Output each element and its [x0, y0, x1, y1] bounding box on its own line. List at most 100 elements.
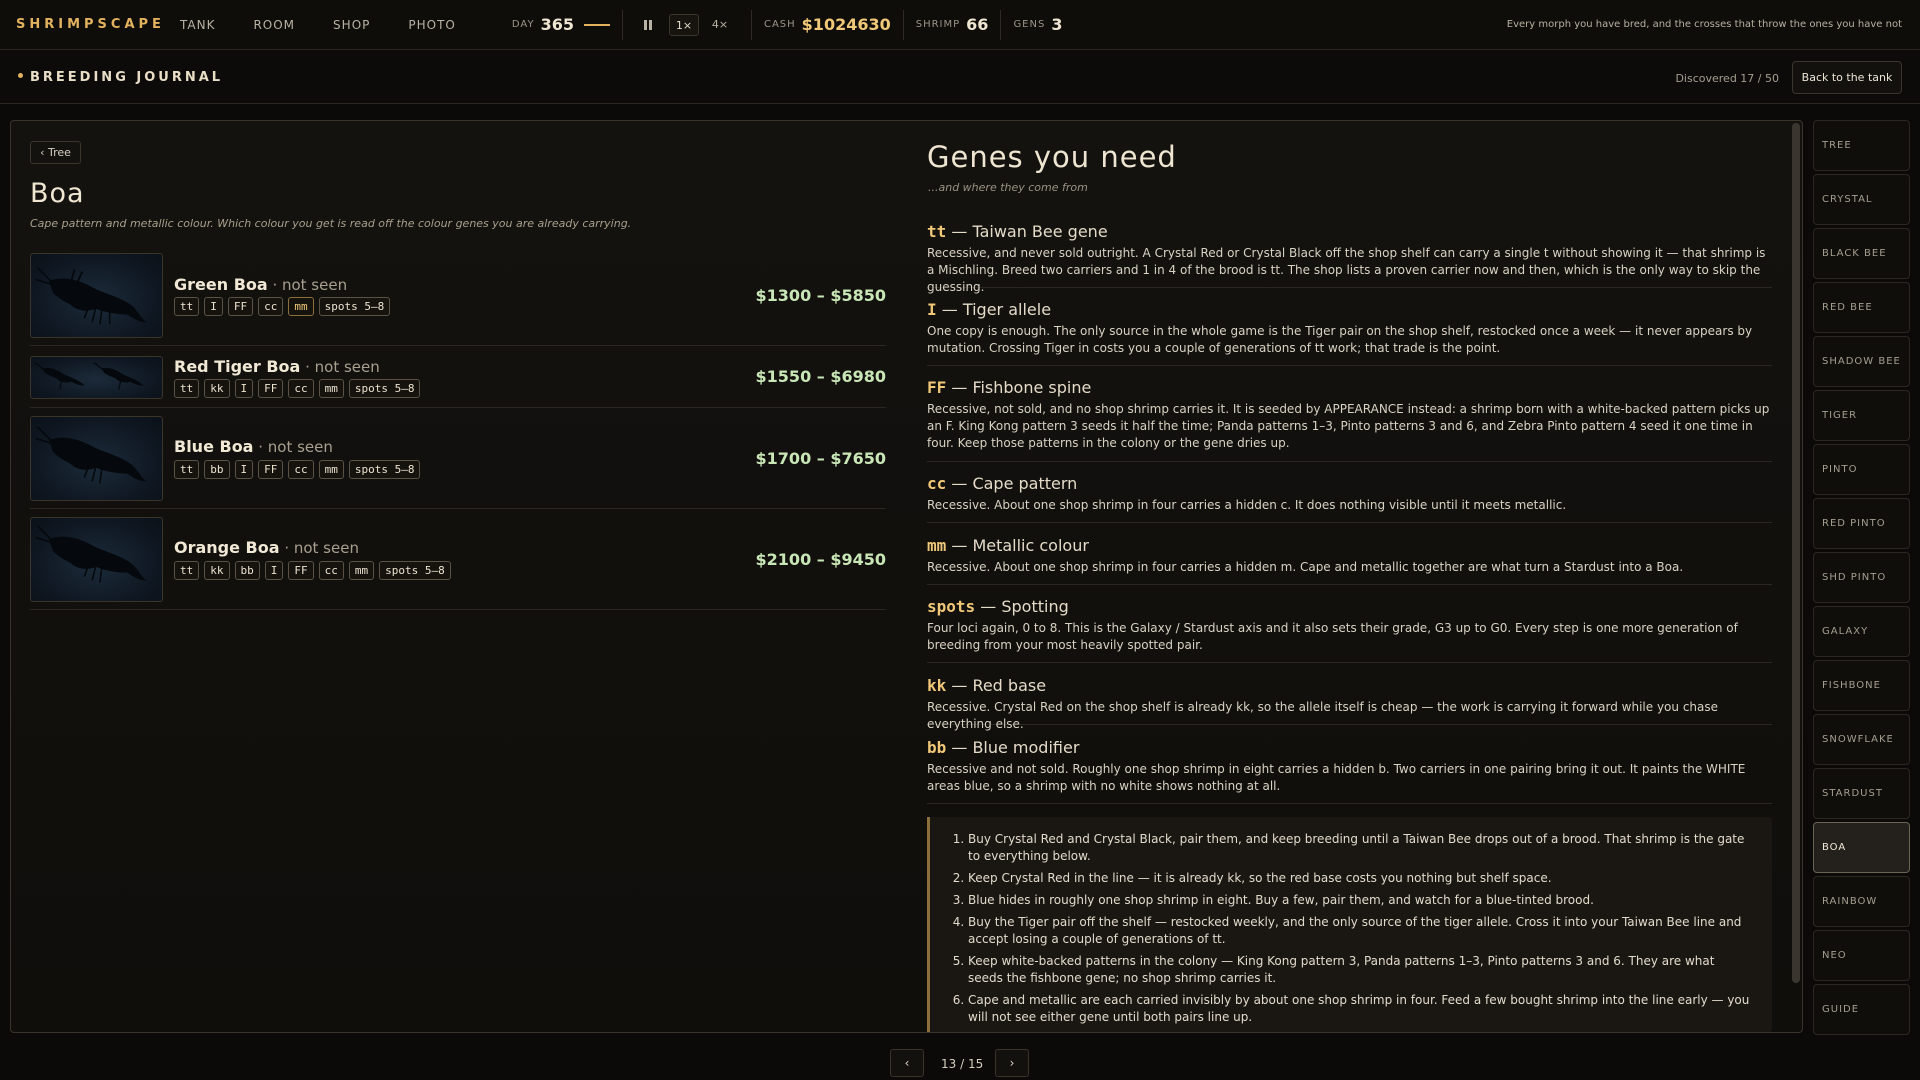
gene-description: Recessive and not sold. Roughly one shop…	[927, 762, 1746, 793]
gene-entry: tt — Taiwan Bee gene Recessive, and neve…	[927, 222, 1772, 294]
sidebar-item-boa[interactable]: BOA	[1813, 822, 1910, 873]
sidebar-item-tiger[interactable]: TIGER	[1813, 390, 1910, 441]
gene-name: — Spotting	[975, 597, 1069, 616]
gene-heading: FF — Fishbone spine	[927, 378, 1772, 397]
step-item: Keep white-backed patterns in the colony…	[968, 953, 1752, 987]
step-item: Blue hides in roughly one shop shrimp in…	[968, 892, 1752, 909]
variant-row[interactable]: Red Tiger Boa · not seen tt kk I FF cc m…	[30, 346, 886, 408]
day-stat: DAY 365	[500, 10, 622, 40]
genes-subtitle: ...and where they come from	[928, 181, 1088, 194]
next-page-button[interactable]: ›	[995, 1049, 1029, 1077]
gene-code: cc	[927, 474, 947, 493]
sidebar-item-tree[interactable]: TREE	[1813, 120, 1910, 171]
gene-heading: mm — Metallic colour	[927, 536, 1772, 555]
variant-price: $1700 – $7650	[755, 449, 886, 468]
gene-tag: FF	[258, 379, 284, 398]
sidebar-item-rainbow[interactable]: RAINBOW	[1813, 876, 1910, 927]
speed-4x-button[interactable]: 4×	[705, 14, 735, 36]
shrimp-silhouette-icon	[35, 525, 147, 583]
sidebar-item-shd-pinto[interactable]: SHD PINTO	[1813, 552, 1910, 603]
sidebar-item-pinto[interactable]: PINTO	[1813, 444, 1910, 495]
gene-tag: tt	[174, 297, 200, 316]
variant-status: · not seen	[253, 438, 333, 456]
gene-name: — Tiger allele	[936, 300, 1052, 319]
page-indicator: 13 / 15	[941, 1057, 984, 1071]
gene-tag: cc	[288, 460, 314, 479]
sidebar-item-guide[interactable]: GUIDE	[1813, 984, 1910, 1035]
gene-tag: kk	[204, 561, 230, 580]
speed-controls: 1× 4×	[621, 9, 751, 40]
gene-tag: cc	[258, 297, 284, 316]
variant-name-text: Green Boa	[174, 275, 268, 294]
sidebar-item-stardust[interactable]: STARDUST	[1813, 768, 1910, 819]
gene-tag: mm	[288, 297, 314, 316]
shrimp-thumbnail	[30, 253, 163, 338]
journal-header: BREEDING JOURNAL	[0, 52, 1920, 104]
gene-name: — Metallic colour	[946, 536, 1089, 555]
gene-tag: FF	[227, 297, 254, 316]
main-nav: TANK ROOM SHOP PHOTO	[180, 18, 494, 32]
sidebar-item-black-bee[interactable]: BLACK BEE	[1813, 228, 1910, 279]
sidebar-item-neo[interactable]: NEO	[1813, 930, 1910, 981]
cash-value: $1024630	[801, 15, 891, 34]
gene-tag: spots 5–8	[379, 561, 451, 580]
gene-tag: spots 5–8	[318, 297, 391, 316]
day-label: DAY	[511, 19, 535, 30]
gene-entry: I — Tiger allele One copy is enough. The…	[927, 300, 1772, 366]
variant-row[interactable]: Blue Boa · not seen tt bb I FF cc mm spo…	[30, 408, 886, 509]
journal-title: BREEDING JOURNAL	[18, 70, 223, 85]
gene-tag: cc	[288, 379, 314, 398]
sidebar-item-red-pinto[interactable]: RED PINTO	[1813, 498, 1910, 549]
pause-button[interactable]	[633, 14, 663, 36]
sidebar-item-snowflake[interactable]: SNOWFLAKE	[1813, 714, 1910, 765]
shrimp-thumbnail	[30, 517, 163, 602]
shrimp-silhouette-icon	[34, 362, 144, 390]
gene-description: Recessive, not sold, and no shop shrimp …	[927, 402, 1770, 450]
step-item: Buy Crystal Red and Crystal Black, pair …	[968, 831, 1752, 865]
sidebar-item-fishbone[interactable]: FISHBONE	[1813, 660, 1910, 711]
variant-status: · not seen	[300, 358, 380, 376]
gene-code: spots	[927, 597, 976, 616]
sidebar-item-red-bee[interactable]: RED BEE	[1813, 282, 1910, 333]
gene-code: I	[927, 300, 937, 319]
prev-page-button[interactable]: ‹	[890, 1049, 924, 1077]
variant-row[interactable]: Orange Boa · not seen tt kk bb I FF cc m…	[30, 509, 886, 610]
nav-tank[interactable]: TANK	[180, 18, 215, 32]
gene-tag: kk	[204, 379, 230, 398]
discovered-count: Discovered 17 / 50	[1675, 72, 1779, 85]
nav-photo[interactable]: PHOTO	[408, 18, 455, 32]
gene-name: — Red base	[946, 676, 1047, 695]
gene-heading: bb — Blue modifier	[927, 738, 1772, 757]
shrimp-thumbnail	[30, 416, 163, 501]
shrimp-label: SHRIMP	[915, 19, 961, 30]
back-to-tree-button[interactable]: ‹ Tree	[30, 141, 81, 164]
breeding-steps: Buy Crystal Red and Crystal Black, pair …	[927, 817, 1772, 1032]
nav-shop[interactable]: SHOP	[333, 18, 370, 32]
step-item: Keep Crystal Red in the line — it is alr…	[968, 870, 1752, 887]
gene-tag: FF	[288, 561, 314, 580]
morph-subtitle: Cape pattern and metallic colour. Which …	[30, 217, 632, 230]
gene-tags: tt kk I FF cc mm spots 5–8	[174, 379, 425, 398]
gene-code: kk	[927, 676, 947, 695]
sidebar-item-crystal[interactable]: CRYSTAL	[1813, 174, 1910, 225]
variant-status: · not seen	[279, 539, 359, 557]
variant-name-text: Orange Boa	[174, 538, 280, 557]
gene-entry: cc — Cape pattern Recessive. About one s…	[927, 474, 1772, 523]
sidebar-item-galaxy[interactable]: GALAXY	[1813, 606, 1910, 657]
shrimp-silhouette-icon	[35, 426, 147, 484]
gene-tag: spots 5–8	[348, 460, 421, 479]
variant-name: Red Tiger Boa · not seen	[174, 357, 380, 376]
variant-price: $1550 – $6980	[755, 367, 886, 386]
scrollbar[interactable]	[1792, 123, 1800, 983]
sidebar-item-shadow-bee[interactable]: SHADOW BEE	[1813, 336, 1910, 387]
speed-1x-button[interactable]: 1×	[668, 13, 699, 36]
gene-name: — Blue modifier	[946, 738, 1080, 757]
gene-tag: I	[234, 460, 254, 479]
gene-tag: I	[264, 561, 284, 580]
variant-name: Blue Boa · not seen	[174, 437, 333, 456]
nav-room[interactable]: ROOM	[253, 18, 295, 32]
day-progress-bar	[583, 23, 610, 26]
variant-row[interactable]: Green Boa · not seen tt I FF cc mm spots…	[30, 253, 886, 346]
step-item: Cape and metallic are each carried invis…	[968, 992, 1752, 1026]
back-to-tank-button[interactable]: Back to the tank	[1792, 61, 1902, 94]
